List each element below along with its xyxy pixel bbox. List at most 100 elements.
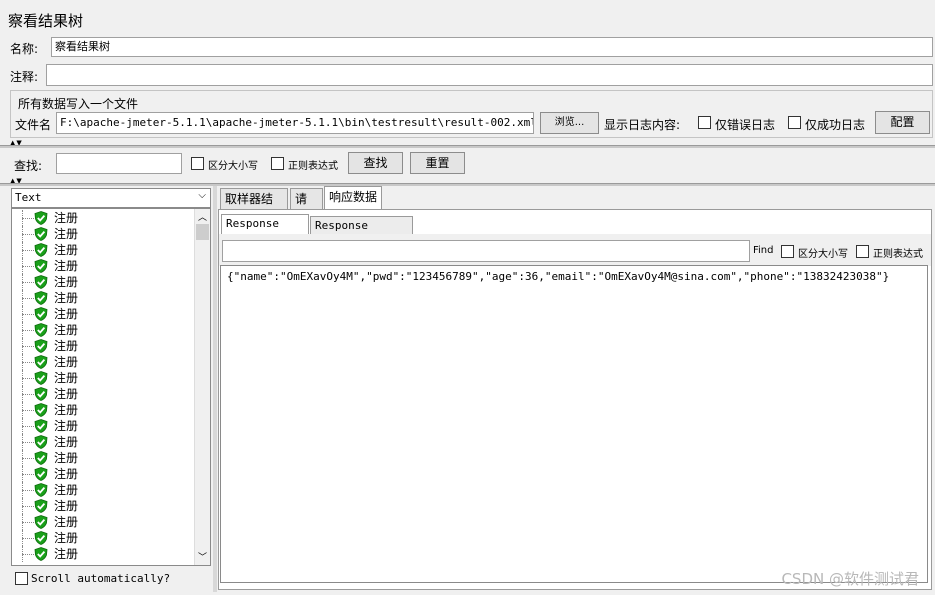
tree-item[interactable]: 注册 xyxy=(12,226,192,242)
splitter-vertical[interactable] xyxy=(213,186,217,592)
tree-item-label: 注册 xyxy=(54,547,79,561)
response-find-label: Find xyxy=(753,245,774,256)
tree-item-label: 注册 xyxy=(54,483,79,497)
tree-item[interactable]: 注册 xyxy=(12,546,192,562)
tree-item-label: 注册 xyxy=(54,515,79,529)
scroll-up-icon[interactable]: ︿ xyxy=(198,210,207,223)
tree-branch-line xyxy=(22,458,34,459)
tree-item-label: 注册 xyxy=(54,499,79,513)
renderer-select[interactable]: Text ⌵ xyxy=(11,188,211,208)
success-shield-icon xyxy=(34,339,48,353)
response-case-label: 区分大小写 xyxy=(798,249,848,260)
tree-item-label: 注册 xyxy=(54,467,79,481)
scroll-auto-checkbox[interactable] xyxy=(15,572,28,585)
search-regex-checkbox[interactable] xyxy=(271,157,284,170)
tree-item[interactable]: 注册 xyxy=(12,290,192,306)
success-shield-icon xyxy=(34,403,48,417)
scrollbar-thumb[interactable] xyxy=(196,224,209,240)
splitter-top[interactable] xyxy=(0,145,935,148)
tree-item-label: 注册 xyxy=(54,451,79,465)
tree-item[interactable]: 注册 xyxy=(12,306,192,322)
tree-branch-line xyxy=(22,442,34,443)
tree-item[interactable]: 注册 xyxy=(12,498,192,514)
tree-item-label: 注册 xyxy=(54,211,79,225)
tree-item[interactable]: 注册 xyxy=(12,258,192,274)
tree-item-label: 注册 xyxy=(54,291,79,305)
subtab-response-headers[interactable]: Response headers xyxy=(310,216,413,250)
search-label: 查找: xyxy=(14,159,43,173)
tree-item-label: 注册 xyxy=(54,275,79,289)
success-shield-icon xyxy=(34,499,48,513)
tree-item[interactable]: 注册 xyxy=(12,370,192,386)
tree-item[interactable]: 注册 xyxy=(12,466,192,482)
success-shield-icon xyxy=(34,211,48,225)
response-body-text: {"name":"OmEXavOy4M","pwd":"123456789","… xyxy=(227,270,890,283)
success-shield-icon xyxy=(34,371,48,385)
success-only-checkbox[interactable] xyxy=(788,116,801,129)
success-shield-icon xyxy=(34,291,48,305)
tree-item[interactable]: 注册 xyxy=(12,530,192,546)
tree-branch-line xyxy=(22,282,34,283)
tree-branch-line xyxy=(22,330,34,331)
tree-item[interactable]: 注册 xyxy=(12,434,192,450)
chevron-down-icon: ⌵ xyxy=(198,190,206,201)
tree-item-label: 注册 xyxy=(54,403,79,417)
tree-item[interactable]: 注册 xyxy=(12,514,192,530)
tree-item[interactable]: 注册 xyxy=(12,482,192,498)
file-input[interactable]: F:\apache-jmeter-5.1.1\apache-jmeter-5.1… xyxy=(56,112,534,134)
tree-item[interactable]: 注册 xyxy=(12,450,192,466)
tree-branch-line xyxy=(22,362,34,363)
tree-branch-line xyxy=(22,410,34,411)
tab-sampler-result[interactable]: 取样器结果 xyxy=(220,188,288,226)
log-content-label: 显示日志内容: xyxy=(604,118,681,132)
splitter-middle[interactable] xyxy=(0,183,935,186)
tree-branch-line xyxy=(22,378,34,379)
response-regex-checkbox[interactable] xyxy=(856,245,869,258)
success-shield-icon xyxy=(34,323,48,337)
tree-branch-line xyxy=(22,522,34,523)
success-shield-icon xyxy=(34,547,48,561)
tree-scrollbar[interactable]: ︿ ﹀ xyxy=(194,209,210,565)
subtab-response-body[interactable]: Response Body xyxy=(221,214,309,248)
tree-branch-line xyxy=(22,538,34,539)
tree-item-label: 注册 xyxy=(54,419,79,433)
tree-item[interactable]: 注册 xyxy=(12,418,192,434)
tree-branch-line xyxy=(22,234,34,235)
find-button[interactable]: 查找 xyxy=(348,152,403,174)
tree-item[interactable]: 注册 xyxy=(12,386,192,402)
tree-item[interactable]: 注册 xyxy=(12,322,192,338)
tab-response-data[interactable]: 响应数据 xyxy=(324,186,382,210)
scroll-down-icon[interactable]: ﹀ xyxy=(198,550,207,563)
response-case-checkbox[interactable] xyxy=(781,245,794,258)
tree-item-label: 注册 xyxy=(54,355,79,369)
configure-button[interactable]: 配置 xyxy=(875,111,930,134)
reset-button[interactable]: 重置 xyxy=(410,152,465,174)
renderer-select-value: Text xyxy=(15,191,42,204)
response-body-area[interactable]: {"name":"OmEXavOy4M","pwd":"123456789","… xyxy=(220,265,928,583)
tab-request[interactable]: 请求 xyxy=(290,188,323,226)
success-only-label: 仅成功日志 xyxy=(805,118,866,132)
success-shield-icon xyxy=(34,531,48,545)
tree-branch-line xyxy=(22,394,34,395)
search-case-checkbox[interactable] xyxy=(191,157,204,170)
browse-button[interactable]: 浏览... xyxy=(540,112,599,134)
search-input[interactable] xyxy=(56,153,182,174)
success-shield-icon xyxy=(34,355,48,369)
success-shield-icon xyxy=(34,419,48,433)
tree-item[interactable]: 注册 xyxy=(12,242,192,258)
tree-branch-line xyxy=(22,490,34,491)
tree-item[interactable]: 注册 xyxy=(12,274,192,290)
response-find-input[interactable] xyxy=(222,240,750,262)
tree-item[interactable]: 注册 xyxy=(12,210,192,226)
tree-branch-line xyxy=(22,218,34,219)
tree-branch-line xyxy=(22,346,34,347)
errors-only-checkbox[interactable] xyxy=(698,116,711,129)
tree-item[interactable]: 注册 xyxy=(12,338,192,354)
comment-input[interactable] xyxy=(46,64,933,86)
success-shield-icon xyxy=(34,243,48,257)
tree-item[interactable]: 注册 xyxy=(12,354,192,370)
name-input[interactable]: 察看结果树 xyxy=(51,37,933,57)
tree-item[interactable]: 注册 xyxy=(12,402,192,418)
tree-item-label: 注册 xyxy=(54,339,79,353)
tree-item-label: 注册 xyxy=(54,259,79,273)
